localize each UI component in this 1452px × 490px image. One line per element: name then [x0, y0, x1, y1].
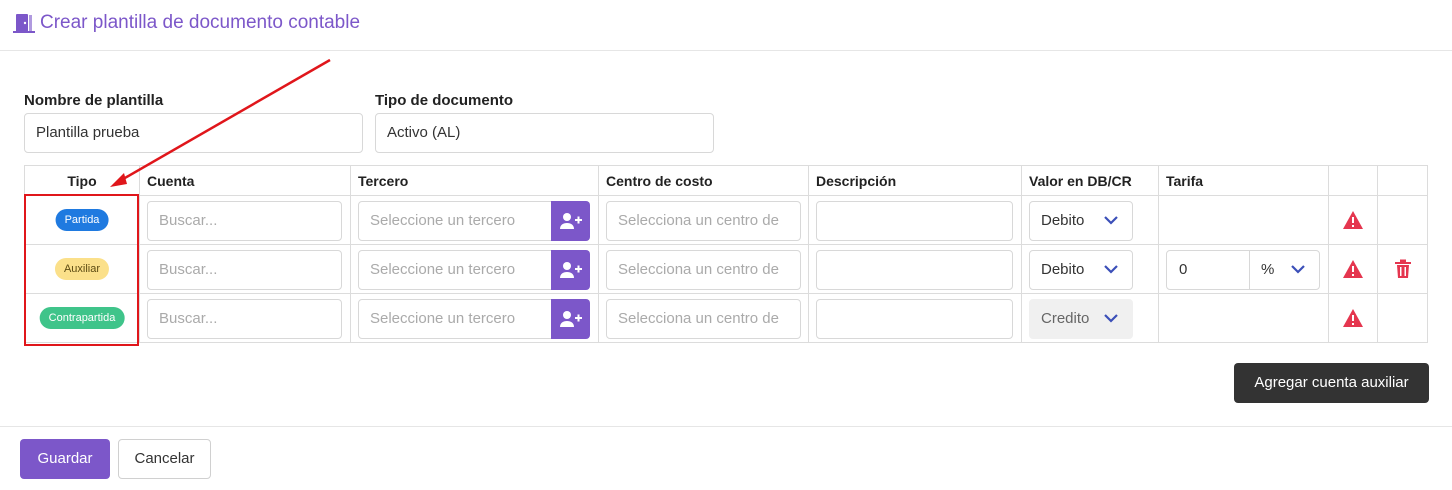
valor-dbcr-value: Credito	[1041, 310, 1090, 327]
valor-dbcr-value: Debito	[1041, 212, 1085, 229]
document-type-label: Tipo de documento	[375, 92, 514, 109]
col-header-descripcion: Descripción	[808, 165, 1022, 196]
col-header-warning	[1328, 165, 1378, 196]
descripcion-input[interactable]	[816, 250, 1013, 290]
chevron-down-icon	[1104, 314, 1118, 323]
add-tercero-button[interactable]	[551, 299, 590, 339]
table-row: Contrapartida Buscar... Seleccione un te…	[24, 293, 1428, 343]
col-header-tercero: Tercero	[350, 165, 599, 196]
footer-divider	[0, 426, 1452, 427]
tarifa-cell-empty	[1158, 195, 1329, 245]
annotation-arrow	[110, 58, 331, 187]
add-tercero-button[interactable]	[551, 250, 590, 290]
tarifa-divider	[1249, 251, 1250, 289]
user-plus-icon	[559, 213, 582, 229]
user-plus-icon	[559, 262, 582, 278]
valor-dbcr-select[interactable]: Debito	[1029, 250, 1133, 290]
warning-icon[interactable]	[1342, 259, 1364, 279]
col-header-centro: Centro de costo	[598, 165, 809, 196]
valor-dbcr-value: Debito	[1041, 261, 1085, 278]
warning-icon[interactable]	[1342, 210, 1364, 230]
user-plus-icon	[559, 311, 582, 327]
tercero-select[interactable]: Seleccione un tercero	[358, 201, 552, 241]
tarifa-unit-select[interactable]: %	[1261, 251, 1274, 289]
add-tercero-button[interactable]	[551, 201, 590, 241]
tarifa-input-group: 0 %	[1166, 250, 1320, 290]
centro-costo-select[interactable]: Selecciona un centro de	[606, 201, 801, 241]
descripcion-input[interactable]	[816, 201, 1013, 241]
tercero-select[interactable]: Seleccione un tercero	[358, 250, 552, 290]
chevron-down-icon	[1104, 216, 1118, 225]
chevron-down-icon	[1291, 265, 1305, 274]
cuenta-search-input[interactable]: Buscar...	[147, 250, 342, 290]
cuenta-search-input[interactable]: Buscar...	[147, 299, 342, 339]
tercero-select[interactable]: Seleccione un tercero	[358, 299, 552, 339]
warning-icon[interactable]	[1342, 308, 1364, 328]
document-type-select[interactable]: Activo (AL)	[375, 113, 714, 153]
table-row: Auxiliar Buscar... Seleccione un tercero…	[24, 244, 1428, 294]
col-header-actions	[1377, 165, 1428, 196]
col-header-tarifa: Tarifa	[1158, 165, 1329, 196]
trash-icon[interactable]	[1394, 259, 1412, 279]
cancel-button[interactable]: Cancelar	[118, 439, 211, 479]
col-header-valor: Valor en DB/CR	[1021, 165, 1159, 196]
add-aux-account-button[interactable]: Agregar cuenta auxiliar	[1234, 363, 1429, 403]
cuenta-search-input[interactable]: Buscar...	[147, 201, 342, 241]
tarifa-value-input[interactable]: 0	[1179, 251, 1187, 289]
table-row: Partida Buscar... Seleccione un tercero …	[24, 195, 1428, 245]
descripcion-input[interactable]	[816, 299, 1013, 339]
actions-cell-empty	[1377, 293, 1428, 343]
annotation-highlight-box	[24, 194, 139, 346]
valor-dbcr-select[interactable]: Debito	[1029, 201, 1133, 241]
save-button[interactable]: Guardar	[20, 439, 110, 479]
tarifa-cell-empty	[1158, 293, 1329, 343]
centro-costo-select[interactable]: Selecciona un centro de	[606, 299, 801, 339]
actions-cell-empty	[1377, 195, 1428, 245]
valor-dbcr-select: Credito	[1029, 299, 1133, 339]
centro-costo-select[interactable]: Selecciona un centro de	[606, 250, 801, 290]
chevron-down-icon	[1104, 265, 1118, 274]
